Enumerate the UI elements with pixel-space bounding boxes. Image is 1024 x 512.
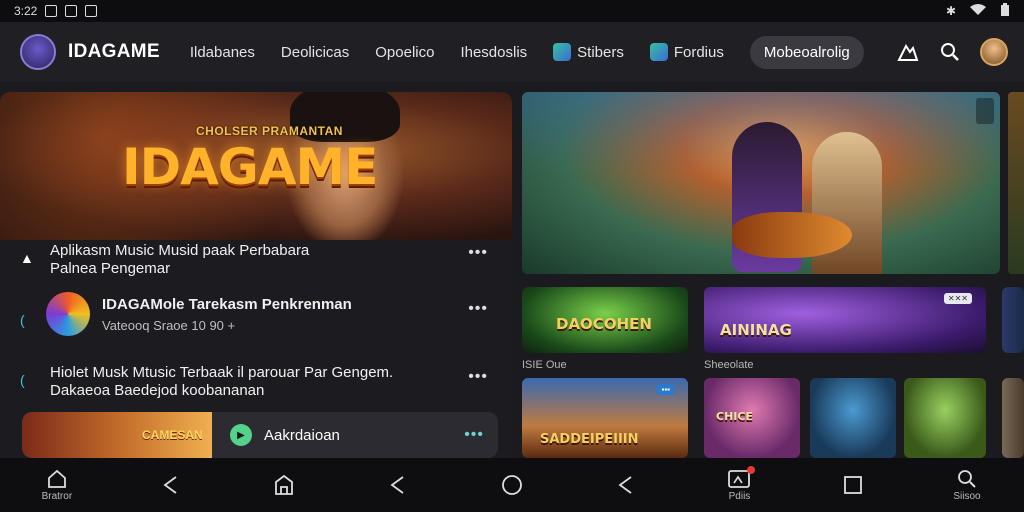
item-title: IDAGAMole Tarekasm Penkrenman [102, 296, 352, 313]
item-meta: Vateooq Sraoe 10 90 + [102, 318, 236, 333]
play-icon[interactable]: ▶ [230, 424, 252, 446]
game-tile-peek[interactable] [1002, 378, 1024, 458]
more-icon[interactable]: ••• [464, 426, 484, 444]
search-icon [958, 469, 976, 488]
banner-corner-tag [976, 98, 994, 124]
section-caption: Sheeolate [704, 359, 754, 371]
section-caption: ISIE Oue [522, 359, 567, 371]
user-avatar[interactable] [980, 38, 1008, 66]
wifi-icon [970, 3, 986, 19]
card-thumbnail-label: CAMESAN [142, 428, 203, 442]
photo-icon [85, 5, 98, 17]
back-icon [618, 476, 632, 494]
nav-home[interactable]: Bratror [27, 469, 87, 502]
game-tile-peek[interactable] [1002, 287, 1024, 353]
tile-title: SADDEIPEIIIN [540, 432, 639, 447]
nav-store[interactable] [254, 474, 314, 496]
game-tile[interactable]: SADDEIPEIIIN ▪▪▪ [522, 378, 688, 458]
back-icon [390, 476, 404, 494]
game-tile[interactable]: AININAG ✕✕✕ [704, 287, 986, 353]
circle-home-icon [502, 475, 522, 495]
nav-label: Pdiis [728, 490, 751, 502]
carousel-next-peek[interactable] [1008, 92, 1024, 274]
more-icon[interactable]: ••• [468, 300, 488, 318]
nav-label: Deolicicas [280, 43, 350, 61]
more-icon[interactable]: ••• [468, 368, 488, 386]
item-line1: Aplikasm Music Musid paak Perbabara [50, 242, 310, 259]
nav-label: Stibers [577, 43, 624, 61]
app-icon [46, 292, 90, 336]
tile-title: CHICE [716, 410, 753, 423]
nav-item-2[interactable]: Deolicicas [281, 44, 349, 61]
nav-pill-mobile[interactable]: Mobeoalrolig [749, 35, 864, 69]
clock: 3:22 [14, 4, 38, 18]
battery-icon [1000, 2, 1010, 20]
guitar-illustration [732, 212, 852, 258]
hero-title: IDAGAME [122, 138, 378, 196]
nav-item-3[interactable]: Opoelico [375, 44, 434, 61]
notification-icon [45, 5, 58, 17]
nav-label: Siisoo [953, 490, 981, 502]
phone-icon: ( [20, 372, 25, 388]
upload-icon: ▲ [20, 250, 34, 266]
store-icon [275, 474, 294, 495]
card-label: Aakrdaioan [264, 426, 340, 444]
nav-pill-label: Mobeoalrolig [763, 43, 850, 61]
game-tile[interactable] [810, 378, 896, 458]
hero-banner[interactable]: CHOLSER PRAMANTAN IDAGAME [0, 92, 512, 240]
nav-label: Ihesdoslis [460, 43, 528, 61]
search-icon[interactable] [938, 40, 962, 64]
recents-icon [844, 476, 863, 494]
home-icon [47, 469, 66, 488]
nav-back[interactable] [141, 475, 201, 495]
bottom-navigation: Bratror Pdiis Siisoo [0, 458, 1024, 512]
game-icon [553, 43, 572, 61]
share-icon[interactable] [896, 40, 920, 64]
feed-list: ▲ Aplikasm Music Musid paak Perbabara Pa… [0, 240, 512, 458]
nav-item-4[interactable]: Ihesdoslis [460, 44, 527, 61]
tile-title: DAOCOHEN [556, 315, 652, 333]
top-navigation: IDAGAME Ildabanes Deolicicas Opoelico Ih… [0, 22, 1024, 82]
more-icon[interactable]: ••• [468, 244, 488, 262]
nav-label: Fordius [673, 43, 724, 61]
notification-dot [747, 465, 756, 474]
tile-title: AININAG [720, 321, 792, 339]
nav-home-circle[interactable] [482, 474, 542, 496]
nav-label: Bratror [41, 490, 73, 502]
game-icon [649, 43, 668, 61]
nav-item-5[interactable]: Stibers [553, 43, 624, 61]
featured-banner[interactable] [522, 92, 1000, 274]
game-tile[interactable]: CHICE [704, 378, 800, 458]
item-line1: Hiolet Musk Mtusic Terbaak il parouar Pa… [50, 364, 394, 381]
nav-back[interactable] [596, 475, 656, 495]
nav-links: Ildabanes Deolicicas Opoelico Ihesdoslis… [190, 35, 864, 69]
settings-icon [65, 5, 78, 17]
nav-label: Ildabanes [189, 43, 255, 61]
list-item[interactable]: ▲ Aplikasm Music Musid paak Perbabara Pa… [0, 240, 512, 278]
nav-search[interactable]: Siisoo [937, 469, 997, 502]
header-actions [896, 38, 1008, 66]
list-item[interactable]: ( IDAGAMole Tarekasm Penkrenman Vateooq … [0, 292, 512, 336]
game-tile[interactable] [904, 378, 986, 458]
tile-badge: ▪▪▪ [657, 384, 674, 395]
item-line2: Dakaeoa Baedejod koobananan [50, 382, 265, 399]
feed-card[interactable]: CAMESAN ▶ Aakrdaioan ••• [22, 412, 498, 458]
phone-icon: ( [20, 312, 25, 328]
tile-badge: ✕✕✕ [943, 293, 972, 304]
nav-item-1[interactable]: Ildabanes [190, 44, 255, 61]
list-item[interactable]: ( Hiolet Musk Mtusic Terbaak il parouar … [0, 364, 512, 400]
game-tile[interactable]: DAOCOHEN [522, 287, 688, 353]
status-bar: 3:22 ✱ [0, 0, 1024, 22]
nav-item-6[interactable]: Fordius [649, 43, 724, 61]
hero-subtitle: CHOLSER PRAMANTAN [196, 124, 343, 138]
nav-library[interactable]: Pdiis [709, 465, 769, 502]
back-icon [163, 476, 177, 494]
nav-label: Opoelico [375, 43, 435, 61]
brand-logo[interactable] [20, 34, 56, 70]
nav-recents[interactable] [823, 475, 883, 495]
nav-back[interactable] [368, 475, 428, 495]
bluetooth-icon: ✱ [945, 4, 956, 18]
item-line2: Palnea Pengemar [50, 260, 171, 277]
brand-name[interactable]: IDAGAME [68, 41, 160, 63]
